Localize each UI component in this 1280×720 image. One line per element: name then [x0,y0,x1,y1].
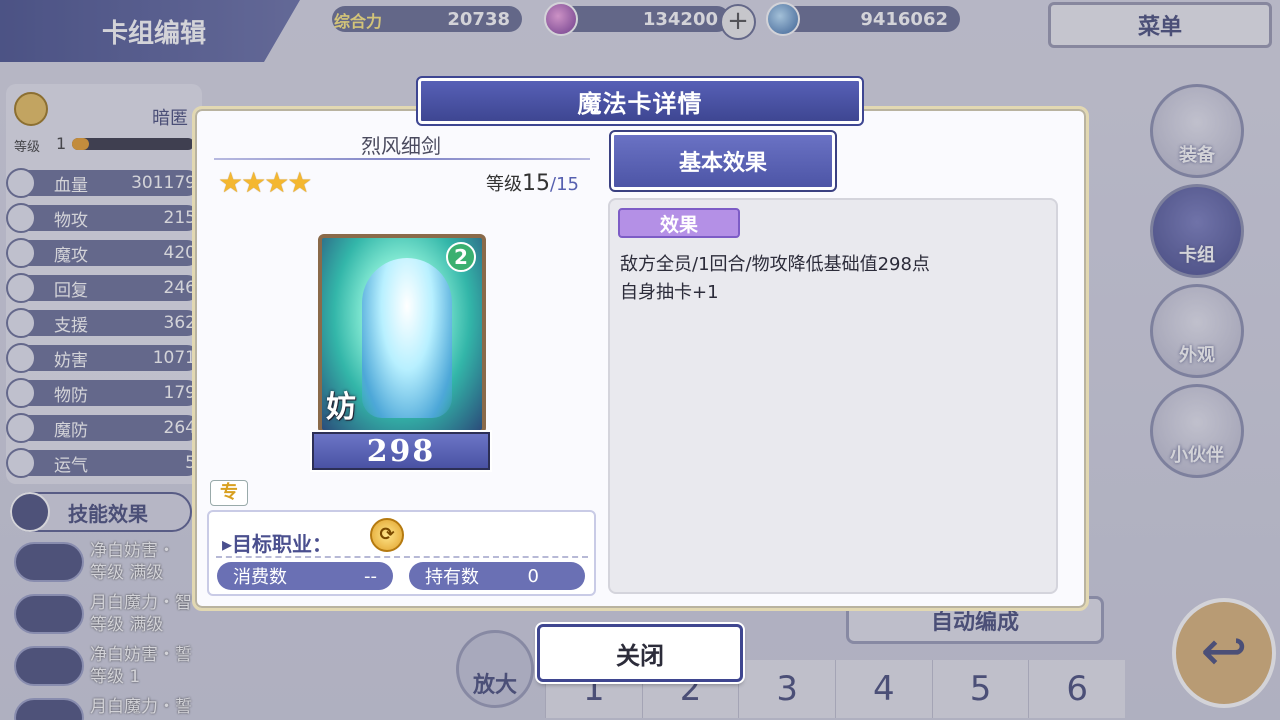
star-rating: ★★★★ [218,166,312,199]
card-cost-badge: 2 [446,242,476,272]
card-type-glyph: 妨 [326,390,356,425]
effect-line: 自身抽卡+1 [620,282,719,303]
consume-label: 消费数 [233,567,287,588]
divider [214,158,590,160]
modal-title: 魔法卡详情 [416,76,864,126]
card-artwork: 2 妨 [318,234,486,434]
card-character-image [362,258,452,418]
tab-basic-effect[interactable]: 基本效果 [609,130,837,192]
exclusive-tag: 专 [210,480,248,506]
owned-count: 持有数 0 [409,562,585,590]
owned-label: 持有数 [425,567,479,588]
effect-line: 敌方全员/1回合/物攻降低基础值298点 [620,254,930,275]
card-value: 298 [310,430,492,472]
card-level: 等级15/15 [486,170,579,196]
consume-value: -- [364,565,377,587]
card-level-max: /15 [550,174,579,195]
owned-value: 0 [527,565,539,587]
close-button[interactable]: 关闭 [537,624,743,682]
card-name: 烈风细剑 [361,134,441,158]
target-job-label: ▸目标职业： [222,532,333,556]
card-level-current: 15 [522,171,550,196]
consume-count: 消费数 -- [217,562,393,590]
divider [216,556,588,558]
effect-badge: 效果 [618,208,740,238]
card-level-label: 等级 [486,174,522,195]
job-class-icon: ⟳ [370,518,404,552]
